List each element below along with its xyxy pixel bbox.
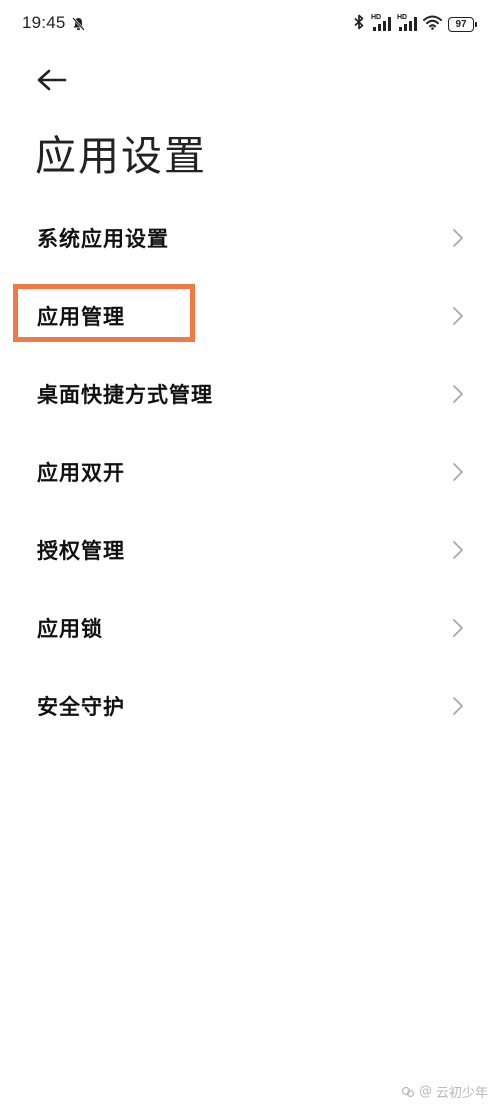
signal-icon-2: HD [397, 14, 417, 32]
status-icons: HD HD 97 [353, 14, 477, 34]
chevron-right-icon [453, 463, 463, 481]
watermark-text: 云初少年 [435, 1086, 488, 1101]
menu-item-label: 安全守护 [37, 695, 125, 719]
watermark-logo-icon [401, 1086, 415, 1097]
menu-item-label: 应用锁 [37, 617, 103, 641]
menu-item-label: 桌面快捷方式管理 [37, 383, 213, 407]
bluetooth-icon [353, 14, 365, 34]
menu-item-app-lock[interactable]: 应用锁 [0, 589, 500, 667]
settings-menu: 系统应用设置 应用管理 桌面快捷方式管理 应用双开 授权管理 应用锁 安全守护 [0, 199, 500, 745]
watermark-at: @ [418, 1084, 432, 1099]
menu-item-label: 应用双开 [37, 461, 125, 485]
status-bar: 19:45 HD HD 97 [0, 0, 500, 48]
watermark: @ 云初少年 [401, 1082, 488, 1101]
battery-level: 97 [455, 18, 467, 30]
wifi-icon [423, 15, 442, 34]
menu-item-security-guard[interactable]: 安全守护 [0, 667, 500, 745]
chevron-right-icon [453, 229, 463, 247]
chevron-right-icon [453, 541, 463, 559]
status-time: 19:45 [22, 13, 66, 32]
menu-item-system-app-settings[interactable]: 系统应用设置 [0, 199, 500, 277]
chevron-right-icon [453, 307, 463, 325]
highlight-annotation-box [13, 284, 195, 342]
chevron-right-icon [453, 619, 463, 637]
bell-muted-icon [72, 16, 85, 35]
signal-icon-1: HD [371, 14, 391, 32]
menu-item-label: 授权管理 [37, 539, 125, 563]
menu-item-desktop-shortcut-management[interactable]: 桌面快捷方式管理 [0, 355, 500, 433]
menu-item-permission-management[interactable]: 授权管理 [0, 511, 500, 589]
menu-item-dual-apps[interactable]: 应用双开 [0, 433, 500, 511]
chevron-right-icon [453, 385, 463, 403]
menu-item-label: 系统应用设置 [37, 227, 169, 251]
battery-icon: 97 [448, 16, 477, 32]
chevron-right-icon [453, 697, 463, 715]
page-title: 应用设置 [35, 132, 207, 180]
back-button[interactable] [30, 60, 74, 100]
back-arrow-icon [37, 69, 67, 91]
